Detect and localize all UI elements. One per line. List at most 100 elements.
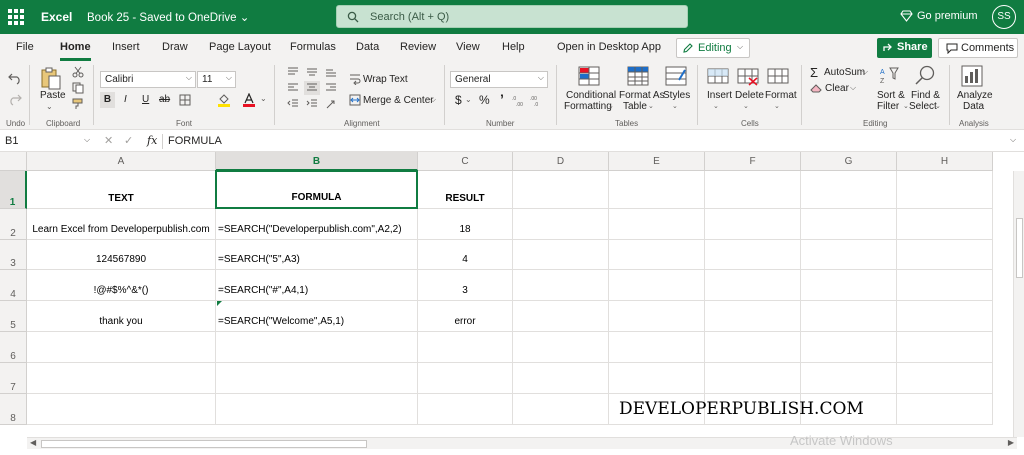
error-indicator-icon[interactable]: [217, 301, 222, 306]
clear-label[interactable]: Clear: [825, 83, 849, 94]
chevron-down-icon[interactable]: ⌄: [743, 102, 749, 110]
cell-a5[interactable]: thank you: [27, 301, 216, 332]
row-header-2[interactable]: 2: [0, 209, 27, 240]
align-left-icon[interactable]: [287, 83, 299, 93]
column-header-d[interactable]: D: [513, 152, 609, 171]
fill-color-icon[interactable]: [218, 93, 230, 107]
cell-styles-icon[interactable]: [665, 66, 687, 86]
chevron-down-icon[interactable]: ⌄: [774, 102, 780, 110]
cell-b5[interactable]: =SEARCH("Welcome",A5,1): [216, 301, 418, 332]
merge-center-label[interactable]: Merge & Center: [363, 95, 434, 106]
cell-g5[interactable]: [801, 301, 897, 332]
vertical-scrollbar[interactable]: [1013, 171, 1024, 437]
conditional-formatting-icon[interactable]: [578, 66, 600, 86]
cut-icon[interactable]: [72, 66, 84, 78]
cell-d8[interactable]: [513, 394, 609, 425]
orientation-icon[interactable]: [325, 98, 337, 110]
chevron-down-icon[interactable]: ⌄: [672, 102, 678, 110]
insert-label[interactable]: Insert: [707, 90, 732, 101]
align-center-icon[interactable]: [304, 81, 320, 95]
chevron-down-icon[interactable]: ⌄: [935, 102, 941, 110]
row-header-4[interactable]: 4: [0, 270, 27, 301]
cancel-icon[interactable]: ✕: [104, 134, 113, 147]
merge-center-icon[interactable]: [349, 94, 361, 106]
font-size-dropdown[interactable]: 11 ⌵: [197, 71, 236, 88]
cell-g1[interactable]: [801, 171, 897, 209]
wrap-text-label[interactable]: Wrap Text: [363, 74, 408, 85]
analyze-data-label[interactable]: Data: [963, 101, 984, 112]
cell-d3[interactable]: [513, 240, 609, 270]
cell-c6[interactable]: [418, 332, 513, 363]
tab-formulas[interactable]: Formulas: [290, 41, 336, 53]
eraser-icon[interactable]: [810, 83, 822, 93]
document-title[interactable]: Book 25 - Saved to OneDrive ⌄: [87, 10, 249, 24]
tab-file[interactable]: File: [16, 41, 34, 53]
undo-icon[interactable]: [8, 71, 22, 85]
cell-g2[interactable]: [801, 209, 897, 240]
paste-icon[interactable]: [39, 66, 63, 90]
paste-label[interactable]: Paste: [40, 90, 66, 101]
strikethrough-button[interactable]: ab: [159, 94, 170, 105]
editing-mode-button[interactable]: Editing ⌵: [676, 38, 750, 58]
copy-icon[interactable]: [72, 82, 84, 94]
tab-review[interactable]: Review: [400, 41, 436, 53]
tab-draw[interactable]: Draw: [162, 41, 188, 53]
cell-a7[interactable]: [27, 363, 216, 394]
tab-insert[interactable]: Insert: [112, 41, 140, 53]
chevron-down-icon[interactable]: ⌄: [903, 102, 909, 110]
scrollbar-thumb[interactable]: [41, 440, 367, 448]
cell-d7[interactable]: [513, 363, 609, 394]
cell-c2[interactable]: 18: [418, 209, 513, 240]
cell-c8[interactable]: [418, 394, 513, 425]
sort-label[interactable]: Sort &: [877, 90, 905, 101]
cell-h5[interactable]: [897, 301, 993, 332]
search-box[interactable]: Search (Alt + Q): [336, 5, 688, 28]
comments-button[interactable]: Comments: [938, 38, 1018, 58]
column-header-a[interactable]: A: [27, 152, 216, 171]
row-header-6[interactable]: 6: [0, 332, 27, 363]
delete-cells-icon[interactable]: [737, 66, 759, 86]
cell-d1[interactable]: [513, 171, 609, 209]
chevron-down-icon[interactable]: ⌄: [713, 102, 719, 110]
cell-g7[interactable]: [801, 363, 897, 394]
align-right-icon[interactable]: [325, 83, 337, 93]
insert-cells-icon[interactable]: [707, 66, 729, 86]
italic-button[interactable]: I: [124, 94, 127, 105]
tab-view[interactable]: View: [456, 41, 480, 53]
cell-g6[interactable]: [801, 332, 897, 363]
check-icon[interactable]: ✓: [124, 134, 133, 147]
redo-icon[interactable]: [8, 92, 22, 106]
app-name[interactable]: Excel: [41, 10, 72, 24]
cell-e1[interactable]: [609, 171, 705, 209]
tab-help[interactable]: Help: [502, 41, 525, 53]
formula-input[interactable]: FORMULA: [168, 135, 222, 147]
font-name-dropdown[interactable]: Calibri ⌵: [100, 71, 196, 88]
format-painter-icon[interactable]: [72, 98, 84, 110]
cell-c3[interactable]: 4: [418, 240, 513, 270]
column-header-g[interactable]: G: [801, 152, 897, 171]
align-middle-icon[interactable]: [306, 67, 318, 77]
column-header-c[interactable]: C: [418, 152, 513, 171]
name-box[interactable]: B1 ⌵: [0, 131, 94, 152]
row-header-7[interactable]: 7: [0, 363, 27, 394]
chevron-down-icon[interactable]: ⌄: [46, 102, 53, 111]
cell-h2[interactable]: [897, 209, 993, 240]
cell-b1[interactable]: FORMULA: [215, 170, 418, 209]
cell-a6[interactable]: [27, 332, 216, 363]
cell-e5[interactable]: [609, 301, 705, 332]
cell-f7[interactable]: [705, 363, 801, 394]
cell-d6[interactable]: [513, 332, 609, 363]
avatar[interactable]: SS: [992, 5, 1016, 29]
cell-b8[interactable]: [216, 394, 418, 425]
find-label[interactable]: Find &: [911, 90, 940, 101]
cell-e2[interactable]: [609, 209, 705, 240]
analyze-data-icon[interactable]: [961, 65, 983, 87]
select-label[interactable]: Select: [909, 101, 937, 112]
cell-h4[interactable]: [897, 270, 993, 301]
chevron-down-icon[interactable]: ⌄: [608, 102, 614, 110]
chevron-down-icon[interactable]: ⌄: [465, 95, 472, 104]
row-header-8[interactable]: 8: [0, 394, 27, 425]
cell-d5[interactable]: [513, 301, 609, 332]
filter-label[interactable]: Filter: [877, 101, 899, 112]
table-label[interactable]: Table: [623, 101, 647, 112]
